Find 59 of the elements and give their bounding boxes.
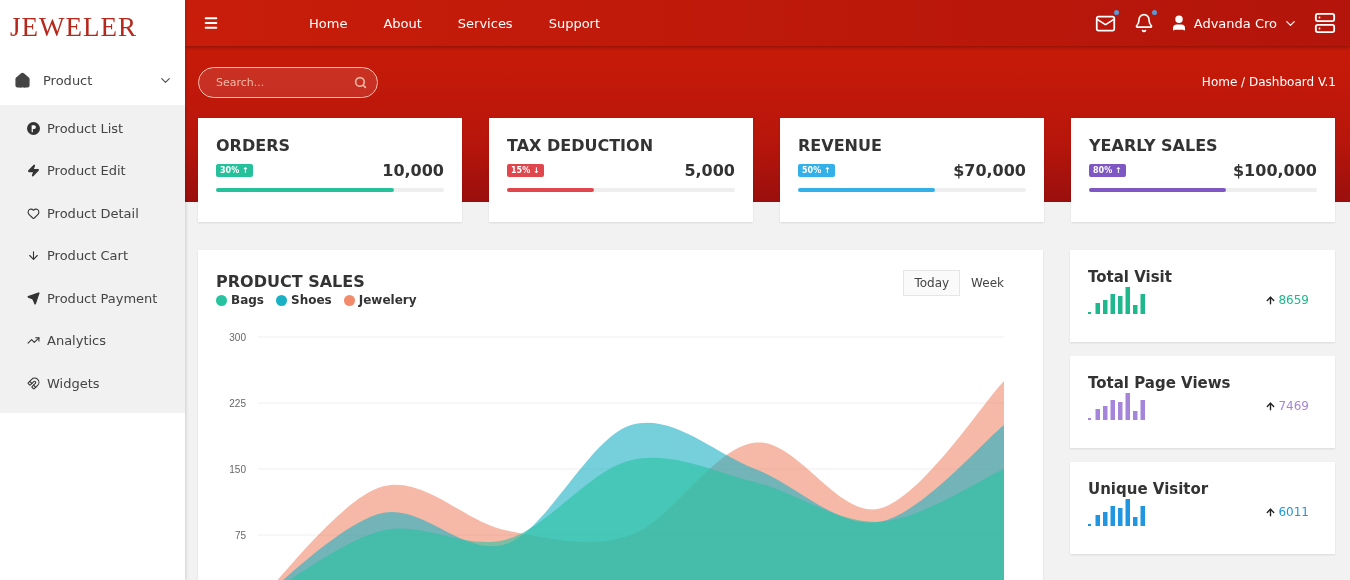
sidebar-item[interactable]: Product Payment — [0, 277, 185, 320]
stat-title: Total Visit — [1088, 268, 1173, 286]
sidebar-item[interactable]: Product Detail — [0, 192, 185, 235]
nav-link[interactable]: Home — [309, 15, 348, 31]
sidebar-item[interactable]: Product — [0, 55, 185, 105]
stat-value: 5,000 — [684, 161, 735, 180]
breadcrumb: Home / Dashboard V.1 — [1201, 75, 1336, 90]
search-field[interactable]: Search... — [198, 66, 378, 98]
up-arrow-icon — [1265, 400, 1277, 412]
axis-label: 150 — [229, 464, 246, 475]
mail-icon[interactable] — [1094, 12, 1116, 34]
tab[interactable]: Today — [903, 270, 961, 296]
logo[interactable]: JEWELER — [0, 0, 185, 55]
up-arrow-icon — [1265, 294, 1277, 306]
legend-label: Bags — [231, 293, 264, 307]
sidebar-item[interactable]: Product Edit — [0, 149, 185, 192]
sidebar-item[interactable]: Product List — [0, 107, 185, 150]
bell-icon[interactable] — [1133, 13, 1154, 34]
stat-value: 7469 — [1278, 399, 1309, 413]
axis-label: 300 — [229, 332, 246, 343]
stat-title: REVENUE — [798, 136, 883, 155]
stat-title: ORDERS — [216, 136, 291, 155]
legend-label: Shoes — [291, 293, 332, 307]
percent-badge: 30% ↑ — [216, 164, 253, 177]
stat-value: $70,000 — [953, 161, 1026, 180]
up-arrow-icon — [1265, 506, 1277, 518]
axis-label: 75 — [234, 530, 246, 541]
stat-title: TAX DEDUCTION — [507, 136, 655, 155]
stat-value: 6011 — [1278, 505, 1309, 519]
menu-icon[interactable] — [203, 15, 219, 32]
stat-value: 10,000 — [382, 161, 444, 180]
nav-link[interactable]: About — [383, 15, 422, 31]
home-icon — [14, 71, 31, 89]
stat-title: Total Page Views — [1088, 374, 1232, 392]
heart-icon — [27, 206, 40, 220]
percent-badge: 15% ↓ — [507, 164, 544, 177]
sidebar-item[interactable]: Product Cart — [0, 234, 185, 277]
stat-value: $100,000 — [1233, 161, 1317, 180]
down-arrow-icon — [27, 249, 40, 263]
search-icon — [354, 75, 367, 89]
p-circle-icon — [27, 121, 40, 135]
send-icon — [27, 291, 40, 305]
stat-title: Unique Visitor — [1088, 480, 1210, 498]
magnet-icon — [27, 376, 40, 390]
card-title: PRODUCT SALES — [216, 272, 366, 291]
sidebar-item[interactable]: Widgets — [0, 362, 185, 405]
axis-label: 225 — [229, 398, 246, 409]
tab[interactable]: Week — [960, 270, 1015, 296]
user-menu[interactable]: Advanda Cro — [1169, 14, 1298, 33]
percent-badge: 50% ↑ — [798, 164, 835, 177]
bolt-icon — [27, 164, 40, 178]
server-icon[interactable] — [1314, 12, 1336, 35]
legend-label: Jewelery — [358, 293, 417, 307]
percent-badge: 80% ↑ — [1089, 164, 1126, 177]
stat-title: YEARLY SALES — [1089, 136, 1219, 155]
sidebar-item[interactable]: Analytics — [0, 319, 185, 362]
stat-value: 8659 — [1278, 293, 1309, 307]
nav-link[interactable]: Services — [457, 15, 513, 31]
nav-link[interactable]: Support — [548, 15, 601, 31]
